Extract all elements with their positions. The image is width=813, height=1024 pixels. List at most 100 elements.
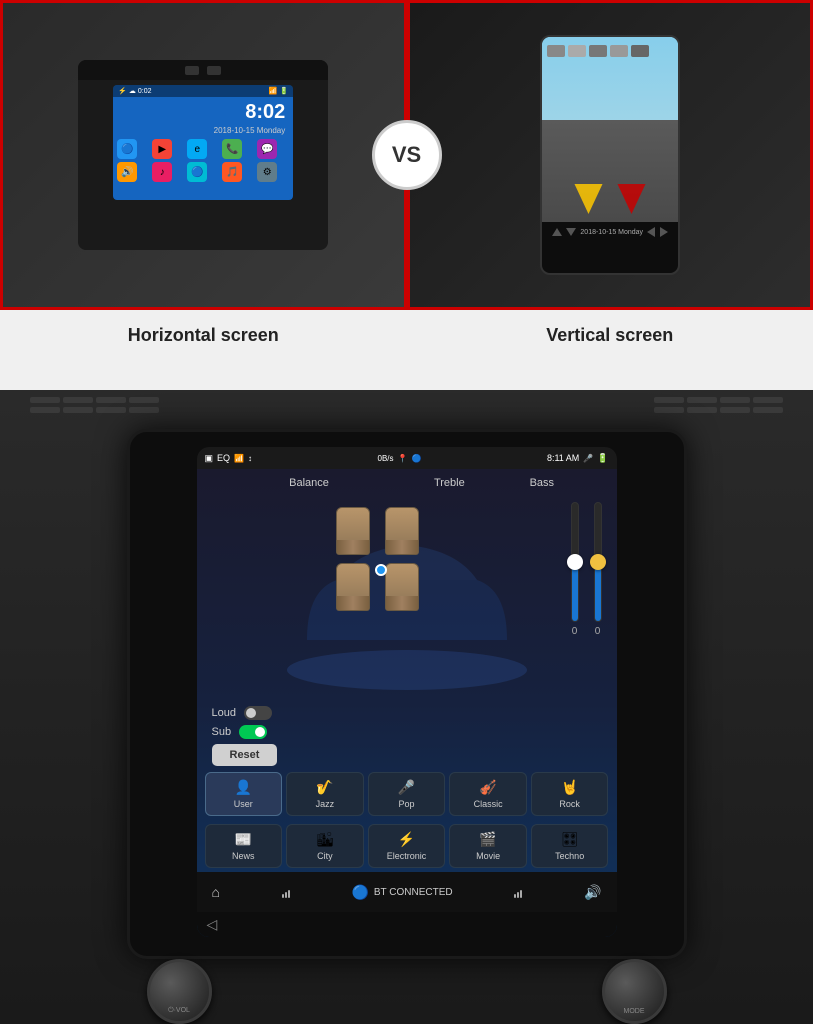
reset-label: Reset <box>230 749 260 761</box>
gps-icon: 📍 <box>398 454 408 463</box>
main-unit-body: ▣ EQ 📶 ↕ 0B/s 📍 🔵 8:11 AM 🎤 🔋 <box>127 429 687 959</box>
vent-slot <box>687 397 717 403</box>
rock-icon: 🤘 <box>561 779 578 796</box>
bottom-nav-bar: ⌂ 🔵 BT CONNECTED <box>197 872 617 912</box>
bass-thumb[interactable] <box>590 554 606 570</box>
app-grid: 🔵 ▶ e 📞 💬 🔊 ♪ 🔵 🎵 ⚙ <box>113 135 293 186</box>
reset-row: Reset <box>197 742 617 768</box>
reset-button[interactable]: Reset <box>212 744 278 766</box>
back-arrow-icon[interactable]: ◁ <box>207 916 218 933</box>
main-unit-section: 🤖 MENU VOICE PHONE USB BACK VIDEO <box>0 390 813 1024</box>
right-knob-group: MODE <box>602 959 667 1024</box>
back-nav-row: ◁ <box>197 912 617 937</box>
movie-icon: 🎬 <box>479 831 496 848</box>
bass-slider[interactable] <box>594 502 602 622</box>
knobs-row: ⏻·VOL MODE <box>127 959 687 1024</box>
treble-slider[interactable] <box>571 502 579 622</box>
preset-classic[interactable]: 🎻 Classic <box>449 772 527 816</box>
app-4[interactable]: 📞 <box>222 139 242 159</box>
volume-icon[interactable]: 🔊 <box>584 884 601 901</box>
sub-toggle[interactable] <box>239 725 267 739</box>
eq-label: EQ <box>217 453 230 463</box>
vent-slot <box>96 397 126 403</box>
vent-slot <box>654 397 684 403</box>
balance-label: Balance <box>217 477 402 489</box>
vol-label: ⏻·VOL <box>168 1007 190 1015</box>
seat-grid <box>331 502 431 616</box>
app-6[interactable]: 🔊 <box>117 162 137 182</box>
treble-thumb[interactable] <box>567 554 583 570</box>
preset-city[interactable]: 🏙 City <box>286 824 364 868</box>
bt-label: BT CONNECTED <box>374 887 453 898</box>
app-5[interactable]: 💬 <box>257 139 277 159</box>
loud-sub-area: Loud Sub <box>197 703 617 742</box>
vent-slot <box>687 407 717 413</box>
guide-left <box>574 184 602 214</box>
left-knob-group: ⏻·VOL <box>147 959 212 1024</box>
loud-toggle[interactable] <box>244 706 272 720</box>
bt-connected-status: 🔵 BT CONNECTED <box>351 884 452 901</box>
mode-knob[interactable]: MODE <box>602 959 667 1024</box>
treble-slider-col: 0 <box>571 502 579 637</box>
vol-knob[interactable]: ⏻·VOL <box>147 959 212 1024</box>
right-vent <box>654 397 783 413</box>
arrows-icon: ↕ <box>248 454 252 463</box>
screen-labels: Horizontal screen Vertical screen <box>0 310 813 360</box>
bar-2 <box>285 892 287 898</box>
preset-news[interactable]: 📰 News <box>205 824 283 868</box>
preset-techno[interactable]: 🎛 Techno <box>531 824 609 868</box>
user-label: User <box>234 799 253 809</box>
preset-electronic[interactable]: ⚡ Electronic <box>368 824 446 868</box>
signal-bars-right <box>514 886 522 898</box>
eq-screen: Balance Treble Bass <box>197 469 617 937</box>
preset-movie[interactable]: 🎬 Movie <box>449 824 527 868</box>
app-9[interactable]: 🎵 <box>222 162 242 182</box>
movie-label: Movie <box>476 851 500 861</box>
app-8[interactable]: 🔵 <box>187 162 207 182</box>
pop-icon: 🎤 <box>398 779 415 796</box>
bt-icon-status: ⚡ ☁ 0:02 <box>118 87 151 95</box>
balance-section <box>197 497 566 703</box>
android-status-bar: ▣ EQ 📶 ↕ 0B/s 📍 🔵 8:11 AM 🎤 🔋 <box>197 447 617 469</box>
bass-fill <box>595 562 601 621</box>
display-time: 8:02 <box>113 97 293 126</box>
app-10[interactable]: ⚙ <box>257 162 277 182</box>
rock-label: Rock <box>559 799 580 809</box>
car-1 <box>547 45 565 57</box>
app-7[interactable]: ♪ <box>152 162 172 182</box>
vent-row-1 <box>30 397 159 403</box>
display-date: 2018-10-15 Monday <box>113 126 293 135</box>
news-label: News <box>232 851 255 861</box>
app-2[interactable]: ▶ <box>152 139 172 159</box>
home-icon[interactable]: ⌂ <box>212 884 220 900</box>
bluetooth-icon: 🔵 <box>351 884 368 901</box>
unit-body-wrapper: 🤖 MENU VOICE PHONE USB BACK VIDEO <box>127 419 687 959</box>
preset-rock[interactable]: 🤘 Rock <box>531 772 609 816</box>
loud-label: Loud <box>212 707 236 719</box>
electronic-label: Electronic <box>387 851 427 861</box>
sub-row: Sub <box>212 725 602 739</box>
jazz-label: Jazz <box>316 799 335 809</box>
status-right-icons: 8:11 AM 🎤 🔋 <box>547 453 609 464</box>
horizontal-inner-screen: ⚡ ☁ 0:02 📶 🔋 8:02 2018-10-15 Monday 🔵 ▶ … <box>113 85 293 200</box>
app-3[interactable]: e <box>187 139 207 159</box>
preset-row-2: 📰 News 🏙 City ⚡ Electronic 🎬 <box>197 820 617 872</box>
seat-front-right <box>385 507 419 555</box>
vert-label-text: Vertical screen <box>546 325 673 346</box>
vent-slot <box>129 397 159 403</box>
vs-badge: VS <box>372 120 442 190</box>
vent-slot <box>753 397 783 403</box>
guide-arrows <box>574 184 645 214</box>
preset-user[interactable]: 👤 User <box>205 772 283 816</box>
app-1[interactable]: 🔵 <box>117 139 137 159</box>
horizontal-unit: ⚡ ☁ 0:02 📶 🔋 8:02 2018-10-15 Monday 🔵 ▶ … <box>78 60 328 250</box>
vent-slot <box>30 407 60 413</box>
preset-jazz[interactable]: 🎷 Jazz <box>286 772 364 816</box>
vent-slot <box>720 407 750 413</box>
preset-pop[interactable]: 🎤 Pop <box>368 772 446 816</box>
car-4 <box>610 45 628 57</box>
techno-label: Techno <box>555 851 584 861</box>
signal-icon: 📶 <box>234 454 244 463</box>
status-center-icons: 0B/s 📍 🔵 <box>378 454 422 463</box>
vent-slot <box>30 397 60 403</box>
